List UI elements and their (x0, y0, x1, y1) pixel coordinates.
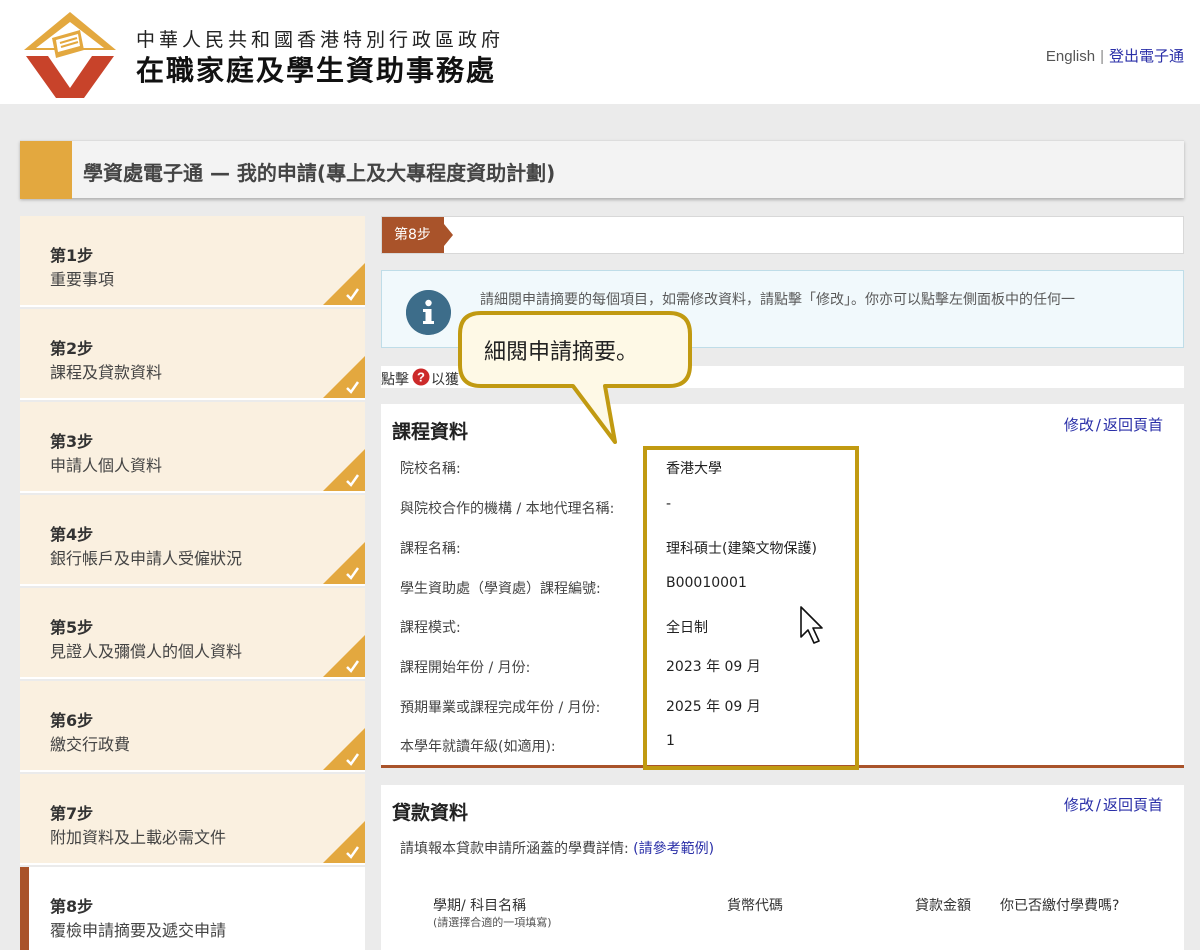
mouse-cursor-icon (800, 606, 823, 644)
logout-link[interactable]: 登出電子通 (1109, 48, 1184, 65)
check-icon (323, 728, 365, 770)
callout-bubble (458, 311, 692, 444)
sidebar-step-3[interactable]: 第3步 申請人個人資料 (20, 402, 365, 493)
svg-text:?: ? (417, 370, 425, 385)
check-icon (323, 449, 365, 491)
action-separator: / (1095, 796, 1101, 814)
sidebar-step-1[interactable]: 第1步 重要事項 (20, 216, 365, 307)
link-separator: | (1100, 48, 1104, 65)
start-date-label: 課程開始年份 / 月份: (400, 660, 531, 676)
department-name: 在職家庭及學生資助事務處 (136, 54, 497, 87)
column-header-currency: 貨幣代碼 (727, 898, 783, 914)
institution-label: 院校名稱: (400, 461, 461, 477)
government-name: 中華人民共和國香港特別行政區政府 (136, 29, 505, 51)
column-header-note: (請選擇合適的一項填寫) (433, 916, 552, 929)
loan-description-text: 請填報本貸款申請所涵蓋的學費詳情: (400, 841, 629, 857)
current-step-banner: 第8步 (381, 216, 1184, 254)
step-tag-arrow (444, 224, 453, 246)
sidebar-step-8[interactable]: 第8步 覆檢申請摘要及遞交申請 (20, 867, 365, 950)
check-icon (323, 821, 365, 863)
step-number: 第8步 (50, 897, 94, 916)
step-number: 第5步 (50, 618, 94, 637)
section-actions: 修改 / 返回頁首 (1064, 794, 1163, 815)
step-label: 課程及貸款資料 (50, 363, 163, 382)
site-header: 中華人民共和國香港特別行政區政府 在職家庭及學生資助事務處 English | 登出… (0, 0, 1200, 104)
step-label: 覆檢申請摘要及遞交申請 (50, 921, 227, 940)
column-header-term-subject: 學期/ 科目名稱 (433, 898, 527, 914)
step-number: 第1步 (50, 246, 94, 265)
sidebar-step-4[interactable]: 第4步 銀行帳戶及申請人受僱狀況 (20, 495, 365, 586)
values-highlight-box (643, 446, 859, 770)
edit-link[interactable]: 修改 (1064, 796, 1094, 814)
header-links: English | 登出電子通 (1046, 45, 1184, 66)
section-actions: 修改 / 返回頁首 (1064, 414, 1163, 435)
sidebar-step-7[interactable]: 第7步 附加資料及上載必需文件 (20, 774, 365, 865)
question-icon[interactable]: ? (412, 368, 430, 386)
step-label: 見證人及彌償人的個人資料 (50, 642, 243, 661)
sidebar-step-5[interactable]: 第5步 見證人及彌償人的個人資料 (20, 588, 365, 679)
step-number: 第2步 (50, 339, 94, 358)
step-number: 第3步 (50, 432, 94, 451)
page-title-bar: 學資處電子通 — 我的申請(專上及大專程度資助計劃) (20, 140, 1184, 199)
action-separator: / (1095, 416, 1101, 434)
page-title: 學資處電子通 — 我的申請(專上及大專程度資助計劃) (83, 161, 556, 185)
course-name-label: 課程名稱: (400, 541, 461, 557)
check-icon (323, 635, 365, 677)
partner-label: 與院校合作的機構 / 本地代理名稱: (400, 501, 615, 517)
callout-text: 細閱申請摘要。 (484, 340, 639, 365)
loan-description: 請填報本貸款申請所涵蓋的學費詳情: (請參考範例) (400, 838, 714, 858)
step-label: 繳交行政費 (50, 735, 131, 754)
step-number: 第7步 (50, 804, 94, 823)
sidebar-step-6[interactable]: 第6步 繳交行政費 (20, 681, 365, 772)
course-code-label: 學生資助處（學資處）課程編號: (400, 581, 601, 597)
sidebar-step-2[interactable]: 第2步 課程及貸款資料 (20, 309, 365, 400)
title-accent-block (20, 141, 72, 199)
check-icon (323, 356, 365, 398)
reference-example-link[interactable]: (請參考範例) (633, 841, 714, 857)
help-text-prefix: 點擊 (381, 372, 409, 388)
wfsfaa-logo (24, 12, 116, 98)
end-date-label: 預期畢業或課程完成年份 / 月份: (400, 700, 601, 716)
step-label: 重要事項 (50, 270, 115, 289)
step-number: 第6步 (50, 711, 94, 730)
step-label: 附加資料及上載必需文件 (50, 828, 227, 847)
check-icon (323, 263, 365, 305)
info-text: 請細閱申請摘要的每個項目，如需修改資料，請點擊「修改」。你亦可以點擊左側面板中的… (480, 292, 1075, 308)
step-label: 銀行帳戶及申請人受僱狀況 (50, 549, 243, 568)
study-mode-label: 課程模式: (400, 620, 461, 636)
back-to-top-link[interactable]: 返回頁首 (1103, 416, 1163, 434)
column-header-fee-paid: 你已否繳付學費嗎? (1000, 898, 1120, 914)
section-title: 貸款資料 (392, 802, 469, 824)
column-header-loan-amount: 貸款金額 (915, 898, 971, 914)
check-icon (323, 542, 365, 584)
step-tag: 第8步 (382, 217, 444, 253)
step-label: 申請人個人資料 (50, 456, 163, 475)
loan-info-section: 貸款資料 修改 / 返回頁首 請填報本貸款申請所涵蓋的學費詳情: (請參考範例) 學… (381, 785, 1184, 950)
english-link[interactable]: English (1046, 48, 1095, 65)
back-to-top-link[interactable]: 返回頁首 (1103, 796, 1163, 814)
step-number: 第4步 (50, 525, 94, 544)
step-sidebar: 第1步 重要事項 第2步 課程及貸款資料 第3步 申請人個人資料 第4步 銀行帳… (20, 216, 365, 950)
year-of-study-label: 本學年就讀年級(如適用): (400, 739, 556, 755)
edit-link[interactable]: 修改 (1064, 416, 1094, 434)
info-icon (406, 290, 451, 335)
